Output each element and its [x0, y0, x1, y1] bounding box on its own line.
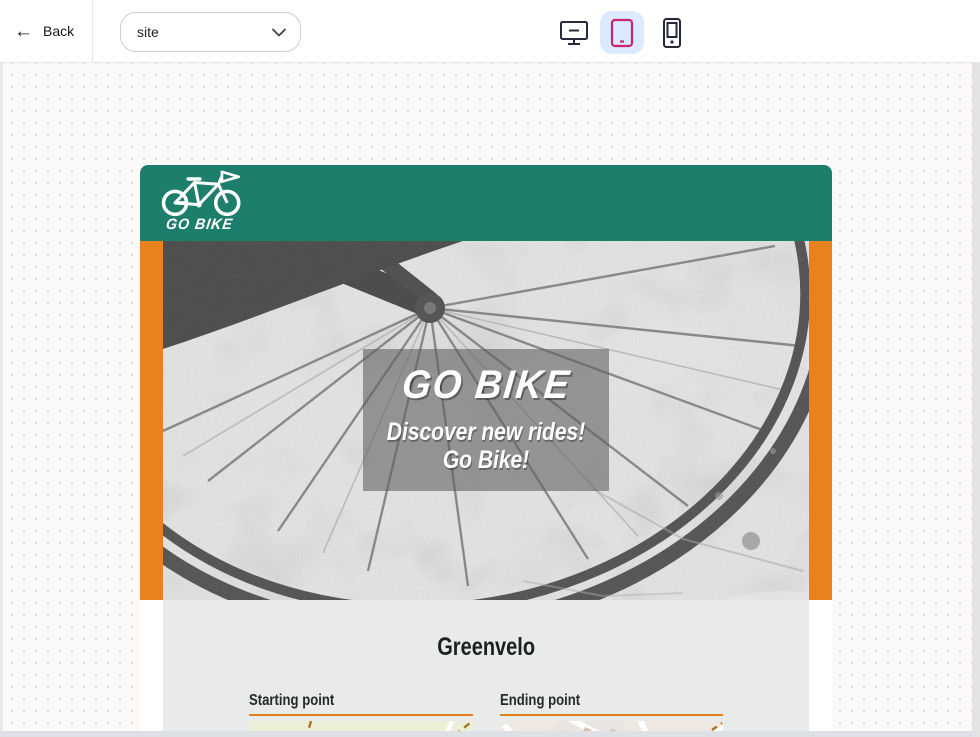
hero-section: GO BIKE Discover new rides! Go Bike!	[140, 241, 832, 600]
device-desktop-button[interactable]	[552, 11, 596, 54]
ending-point-label: Ending point	[500, 692, 580, 710]
back-arrow-icon: ←	[14, 22, 33, 41]
vertical-scrollbar[interactable]	[972, 63, 980, 737]
chevron-down-icon	[272, 28, 286, 37]
page-select-value: site	[137, 24, 272, 40]
bicycle-logo-icon	[160, 170, 252, 218]
device-tablet-button-selected[interactable]	[600, 11, 644, 54]
ending-point-header: Ending point	[500, 692, 724, 716]
site-header: GO BIKE	[140, 165, 832, 241]
hero-tagline: Discover new rides! Go Bike!	[363, 418, 609, 474]
back-label: Back	[43, 23, 74, 39]
left-edge-strip	[0, 63, 3, 737]
device-mobile-button[interactable]	[650, 11, 694, 54]
desktop-icon	[559, 20, 589, 46]
mobile-icon	[660, 17, 684, 49]
route-section: Greenvelo Starting point	[163, 600, 809, 737]
route-heading: Greenvelo	[437, 633, 535, 662]
toolbar-divider	[92, 0, 93, 62]
starting-point-label: Starting point	[249, 692, 334, 710]
tablet-icon	[610, 18, 634, 48]
hero-tagline-line2: Go Bike!	[383, 446, 590, 474]
hero-overlay-card: GO BIKE Discover new rides! Go Bike!	[363, 349, 609, 491]
starting-point-header: Starting point	[249, 692, 473, 716]
top-toolbar: ← Back site	[0, 0, 980, 63]
site-preview-frame: GO BIKE	[140, 165, 832, 737]
hero-tagline-line1: Discover new rides!	[383, 418, 590, 446]
page-select-dropdown[interactable]: site	[120, 12, 301, 52]
logo-wordmark: GO BIKE	[165, 216, 253, 233]
preview-canvas: GO BIKE	[0, 63, 980, 737]
hero-photo: GO BIKE Discover new rides! Go Bike!	[163, 241, 809, 600]
site-logo[interactable]: GO BIKE	[160, 170, 256, 233]
hero-title: GO BIKE	[399, 363, 572, 408]
horizontal-scrollbar[interactable]	[0, 731, 972, 737]
back-button[interactable]: ← Back	[14, 16, 74, 46]
